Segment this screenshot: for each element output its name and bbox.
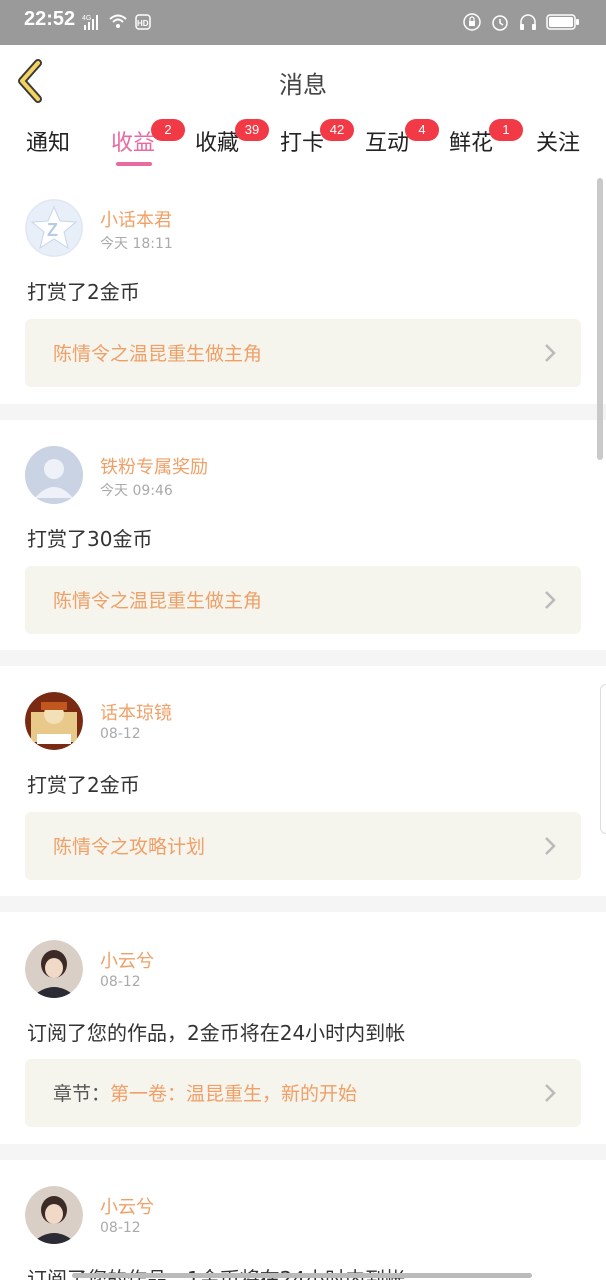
tab-label: 鲜花 xyxy=(449,131,494,156)
count-badge: 4 xyxy=(405,119,439,141)
count-badge: 2 xyxy=(151,119,185,141)
chevron-right-icon xyxy=(545,837,556,855)
user-name[interactable]: 小话本君 xyxy=(100,206,172,232)
gesture-bar[interactable] xyxy=(72,1273,532,1278)
user-name[interactable]: 小云兮 xyxy=(100,1193,154,1219)
work-link[interactable]: 陈情令之温昆重生做主角 xyxy=(25,566,581,634)
divider xyxy=(0,896,606,912)
tab-favorites[interactable]: 收藏 39 xyxy=(195,119,269,157)
list-item: 小云兮 08-12 订阅了您的作品，1金币将在24小时内到帐 xyxy=(0,1160,606,1280)
work-link[interactable]: 陈情令之攻略计划 xyxy=(25,812,581,880)
status-time: 22:52 xyxy=(24,8,76,30)
headphones-icon xyxy=(520,14,536,30)
alarm-icon xyxy=(492,15,508,31)
network-label: 4G xyxy=(82,15,91,22)
tab-label: 通知 xyxy=(26,131,71,156)
divider xyxy=(0,650,606,666)
avatar[interactable] xyxy=(25,940,83,998)
tab-flowers[interactable]: 鲜花 1 xyxy=(449,119,523,157)
photo-avatar-icon xyxy=(25,1186,83,1244)
tab-label: 关注 xyxy=(536,131,581,156)
timestamp: 今天 09:46 xyxy=(100,483,173,499)
title-bar: 消息 xyxy=(0,45,606,117)
avatar[interactable] xyxy=(25,1186,83,1244)
status-bar: 22:52 4G HD xyxy=(0,0,606,45)
chapter-link[interactable]: 章节：第一卷：温昆重生，新的开始 xyxy=(25,1059,581,1127)
work-link[interactable]: 陈情令之温昆重生做主角 xyxy=(25,319,581,387)
battery-icon xyxy=(546,14,579,30)
default-user-icon xyxy=(25,446,83,504)
message-text: 打赏了2金币 xyxy=(27,773,140,797)
status-left-icons: 4G HD xyxy=(82,12,154,32)
tab-label: 收益 xyxy=(111,131,156,156)
work-title: 陈情令之温昆重生做主角 xyxy=(53,343,263,365)
count-badge: 42 xyxy=(320,119,354,141)
tab-label: 收藏 xyxy=(195,131,240,156)
count-badge: 1 xyxy=(489,119,523,141)
divider xyxy=(0,1144,606,1160)
tab-label: 打卡 xyxy=(280,131,325,156)
tab-interactions[interactable]: 互动 4 xyxy=(365,119,439,157)
hd-icon: HD xyxy=(135,14,151,30)
signal-icon: 4G xyxy=(82,15,98,30)
divider xyxy=(0,404,606,420)
scrollbar[interactable] xyxy=(597,178,603,460)
avatar[interactable] xyxy=(25,692,83,750)
lock-rotation-icon xyxy=(463,13,481,31)
work-title: 陈情令之温昆重生做主角 xyxy=(53,590,263,612)
chevron-right-icon xyxy=(545,591,556,609)
list-item: 话本琼镜 08-12 打赏了2金币 陈情令之攻略计划 xyxy=(0,666,606,896)
list-item: 铁粉专属奖励 今天 09:46 打赏了30金币 陈情令之温昆重生做主角 xyxy=(0,420,606,650)
photo-avatar-icon xyxy=(25,940,83,998)
timestamp: 08-12 xyxy=(100,974,141,990)
active-tab-indicator xyxy=(116,162,152,166)
status-right-icons xyxy=(462,12,580,32)
edge-panel-handle[interactable] xyxy=(600,684,606,834)
hd-label: HD xyxy=(137,19,149,28)
tab-label: 互动 xyxy=(365,131,410,156)
tab-bar: 通知 收益 2 收藏 39 打卡 42 互动 4 鲜花 1 关注 xyxy=(0,117,606,169)
timestamp: 08-12 xyxy=(100,1220,141,1236)
list-item: 小云兮 08-12 订阅了您的作品，2金币将在24小时内到帐 章节：第一卷：温昆… xyxy=(0,912,606,1144)
user-name[interactable]: 小云兮 xyxy=(100,947,154,973)
message-text: 打赏了2金币 xyxy=(27,280,140,304)
avatar[interactable] xyxy=(25,446,83,504)
tab-earnings[interactable]: 收益 2 xyxy=(111,119,185,157)
cartoon-avatar-icon xyxy=(25,692,83,750)
wifi-icon xyxy=(109,14,127,28)
timestamp: 08-12 xyxy=(100,726,141,742)
work-title: 陈情令之攻略计划 xyxy=(53,836,206,858)
chapter-title: 章节：第一卷：温昆重生，新的开始 xyxy=(53,1083,358,1105)
tab-notifications[interactable]: 通知 xyxy=(26,125,70,157)
count-badge: 39 xyxy=(235,119,269,141)
list-item: Z 小话本君 今天 18:11 打赏了2金币 陈情令之温昆重生做主角 xyxy=(0,170,606,404)
avatar[interactable]: Z xyxy=(25,199,83,257)
qq-star-icon: Z xyxy=(25,199,83,257)
chevron-right-icon xyxy=(545,344,556,362)
message-list[interactable]: Z 小话本君 今天 18:11 打赏了2金币 陈情令之温昆重生做主角 铁粉专属奖… xyxy=(0,170,606,1280)
tab-following[interactable]: 关注 xyxy=(536,125,580,157)
tab-checkin[interactable]: 打卡 42 xyxy=(280,119,354,157)
message-text: 订阅了您的作品，2金币将在24小时内到帐 xyxy=(27,1021,406,1045)
svg-text:Z: Z xyxy=(47,220,58,240)
message-text: 打赏了30金币 xyxy=(27,527,153,551)
page-title: 消息 xyxy=(279,71,327,99)
user-name[interactable]: 话本琼镜 xyxy=(100,699,172,725)
chevron-right-icon xyxy=(545,1084,556,1102)
user-name[interactable]: 铁粉专属奖励 xyxy=(100,453,208,479)
timestamp: 今天 18:11 xyxy=(100,236,173,252)
